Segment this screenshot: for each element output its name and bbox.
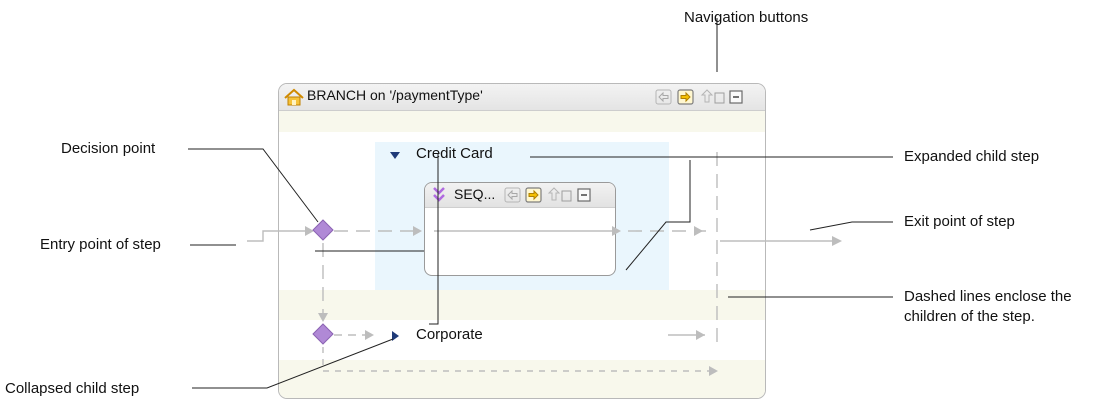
return-connector: [322, 347, 712, 372]
arrowhead: [696, 330, 705, 340]
entry-connector: [247, 230, 305, 242]
decision-point-leader-line: [188, 148, 319, 223]
diagram-overlay: [188, 18, 893, 389]
arrowhead: [365, 330, 374, 340]
exit-point-leader-line: [809, 221, 893, 231]
arrowhead: [612, 226, 621, 236]
arrowhead: [709, 366, 718, 376]
expanded-inner-leader-line: [625, 160, 691, 271]
arrowhead: [694, 226, 703, 236]
arrowhead: [413, 226, 422, 236]
arrowhead: [305, 226, 314, 236]
decision-diamond-icon: [312, 323, 334, 345]
arrowhead: [832, 236, 842, 246]
arrowhead: [318, 313, 328, 322]
collapsed-connector-line: [429, 153, 439, 325]
collapsed-child-leader-line: [192, 338, 394, 389]
decision-diamond-icon: [312, 219, 334, 241]
